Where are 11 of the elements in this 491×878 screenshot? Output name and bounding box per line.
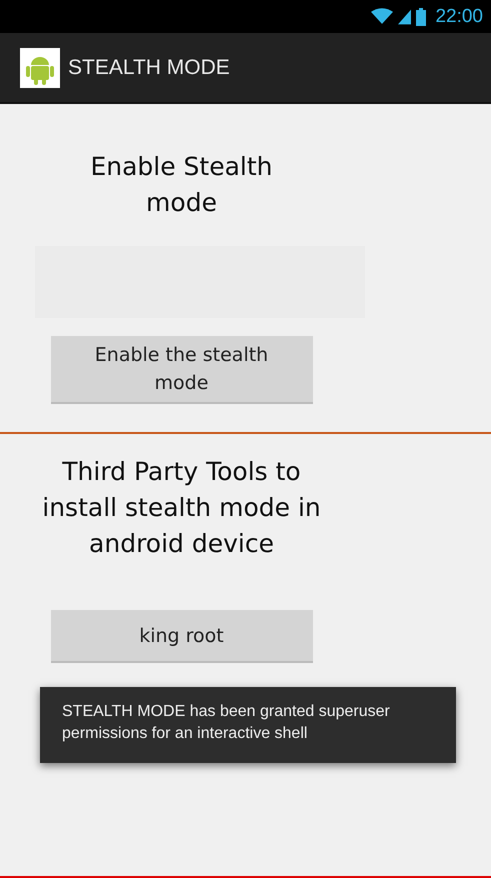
toast-message: STEALTH MODE has been granted superuser permissions for an interactive shell <box>40 687 456 763</box>
android-robot-icon <box>20 48 60 88</box>
clock-time: 22:00 <box>435 6 483 28</box>
signal-icon <box>398 8 412 24</box>
wifi-icon <box>371 8 394 25</box>
section-heading: Enable Stealth mode <box>89 151 274 219</box>
action-button[interactable]: Enable the stealth mode <box>50 336 312 404</box>
section-heading: Third Party Tools to install stealth mode in android device <box>41 456 322 560</box>
app-title: STEALTH MODE <box>68 56 230 80</box>
battery-icon <box>416 8 426 26</box>
action-button[interactable]: king root <box>50 610 312 663</box>
